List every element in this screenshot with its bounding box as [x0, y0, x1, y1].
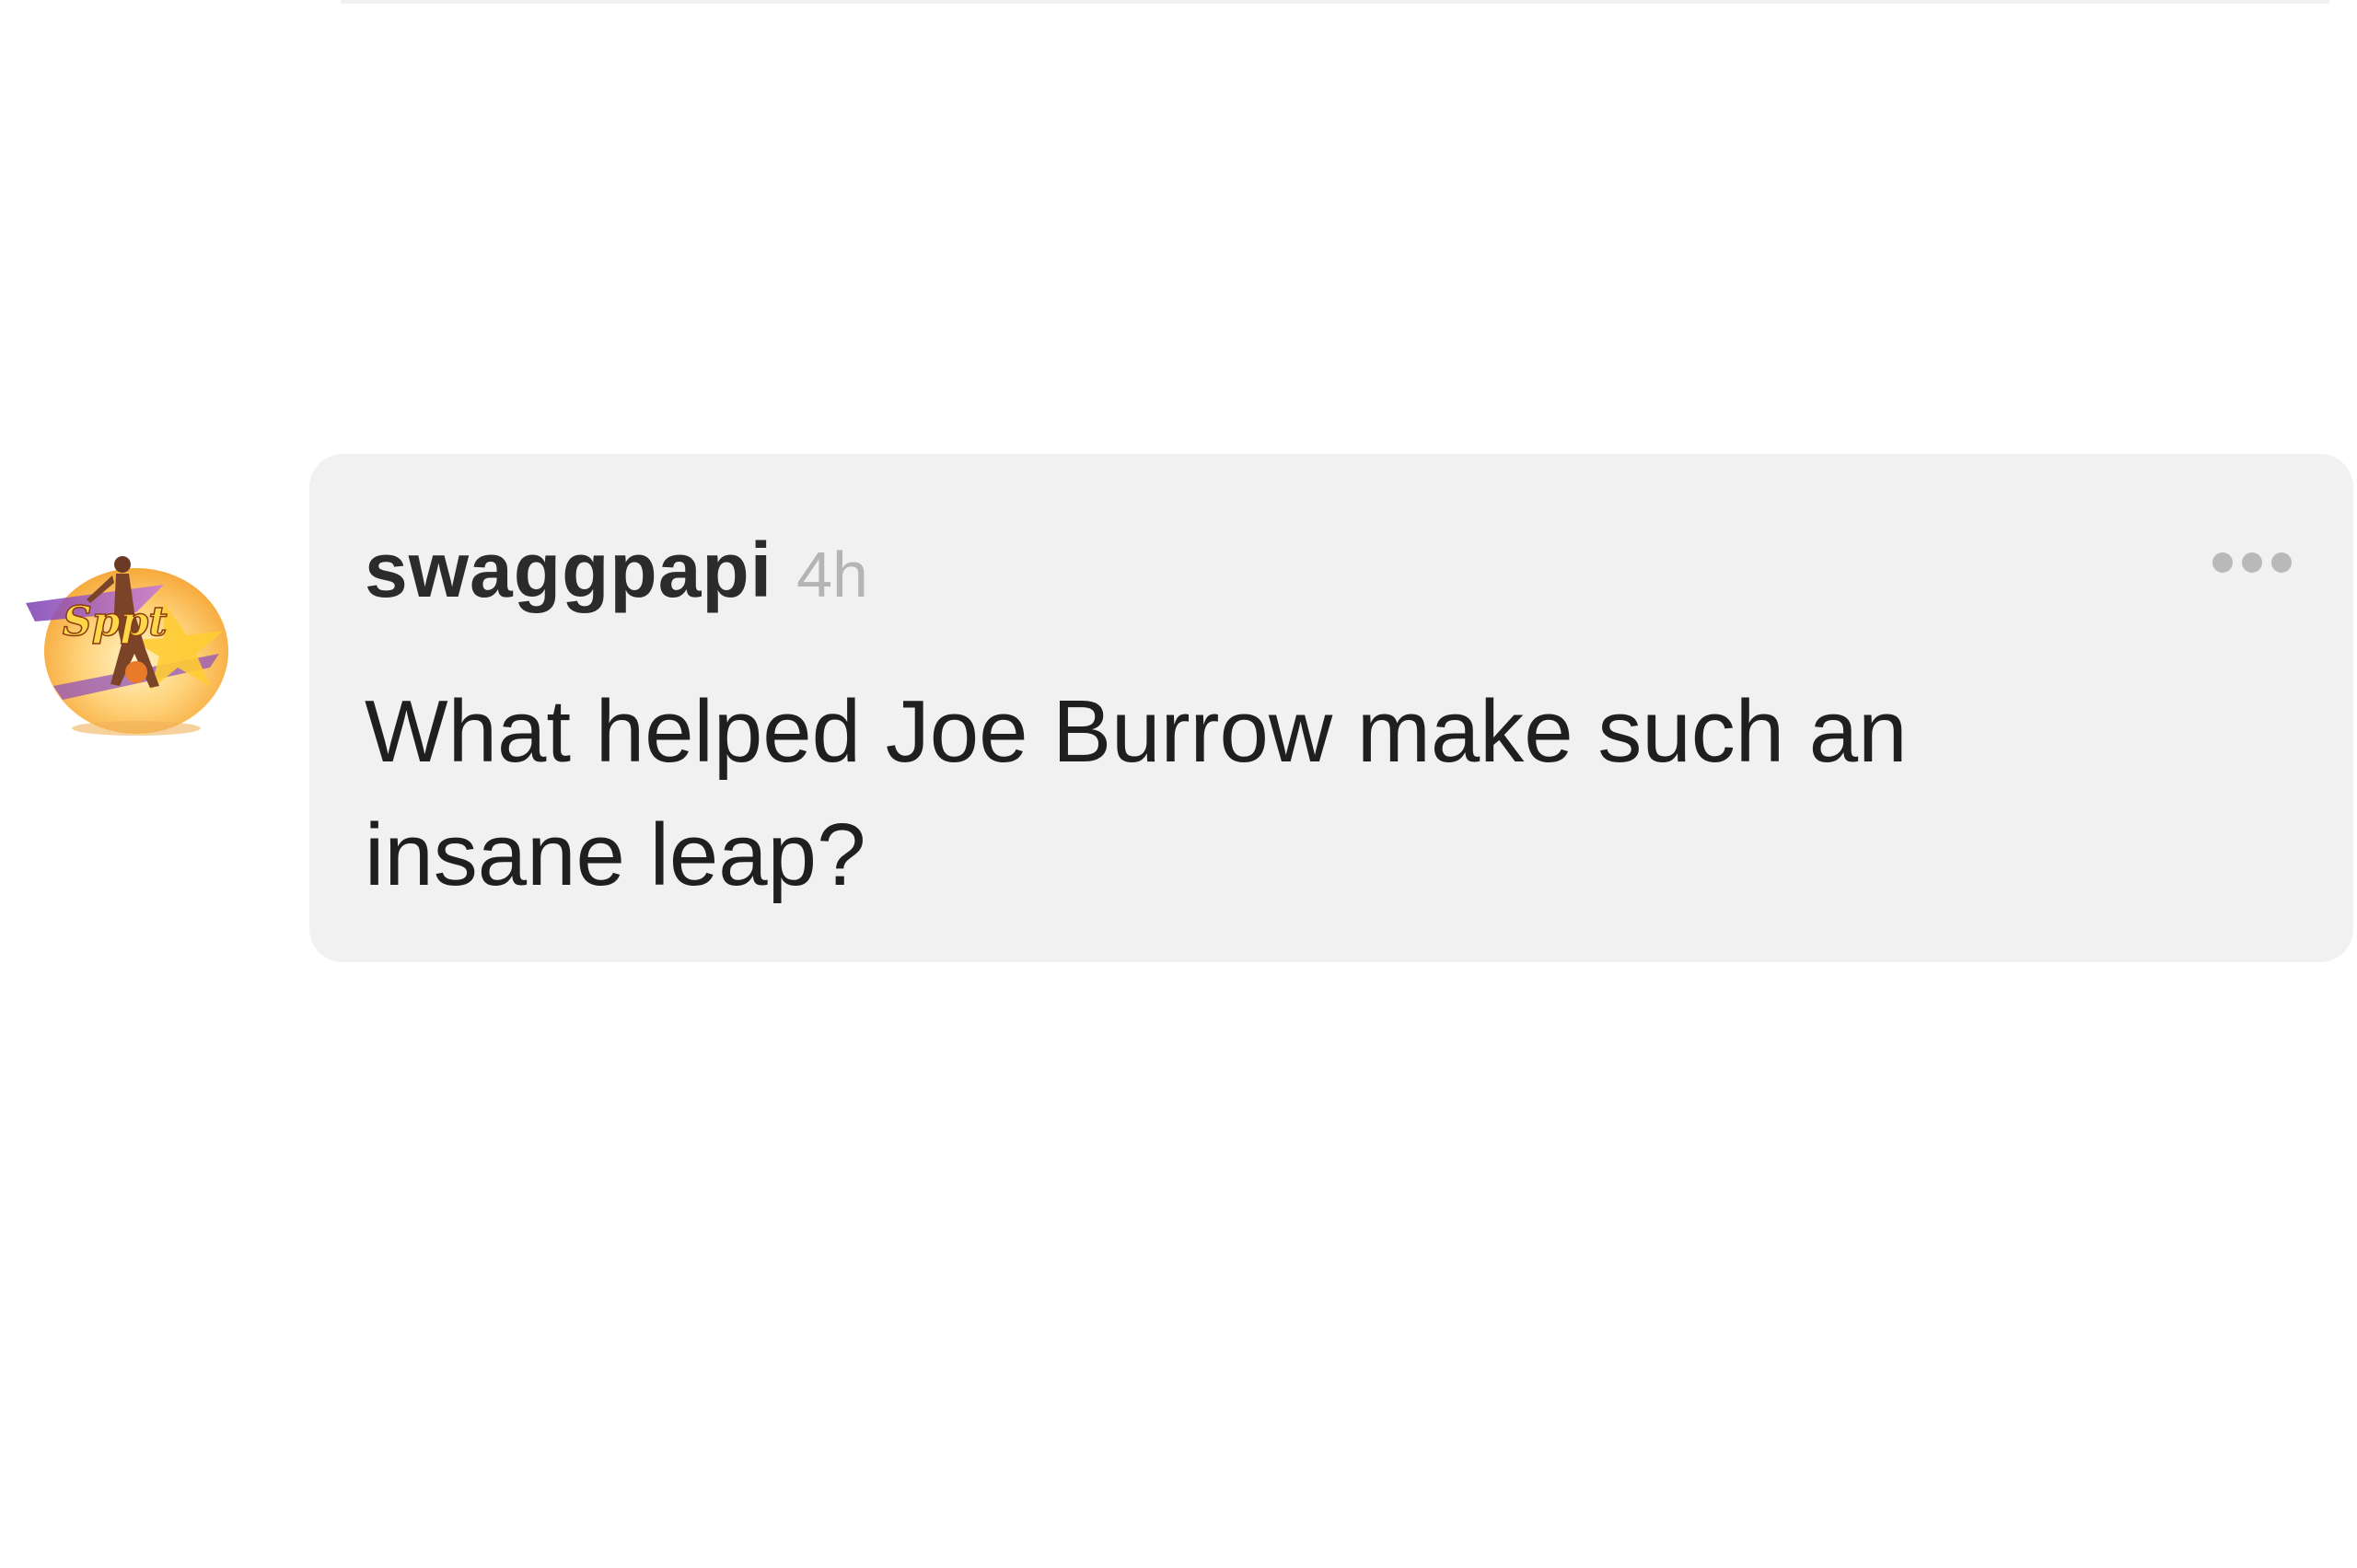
comment-bubble: swaggpapi 4h What helped Joe Burrow make… — [309, 454, 2353, 962]
basketball-player-logo-icon: Sppt — [26, 556, 228, 736]
svg-text:Sppt: Sppt — [63, 598, 168, 645]
avatar[interactable]: Sppt — [26, 548, 247, 741]
comment-timestamp: 4h — [796, 539, 868, 610]
comment-username[interactable]: swaggpapi — [365, 526, 772, 615]
comment-header: swaggpapi 4h — [365, 526, 868, 615]
previous-item-divider — [341, 0, 2329, 4]
ellipsis-horizontal-icon — [2212, 552, 2292, 573]
comment-body: What helped Joe Burrow make such an insa… — [365, 682, 1908, 904]
comment-thread: Sppt swaggpapi 4h What helped Joe Burrow… — [0, 0, 2357, 1568]
more-options-button[interactable] — [2197, 544, 2307, 581]
